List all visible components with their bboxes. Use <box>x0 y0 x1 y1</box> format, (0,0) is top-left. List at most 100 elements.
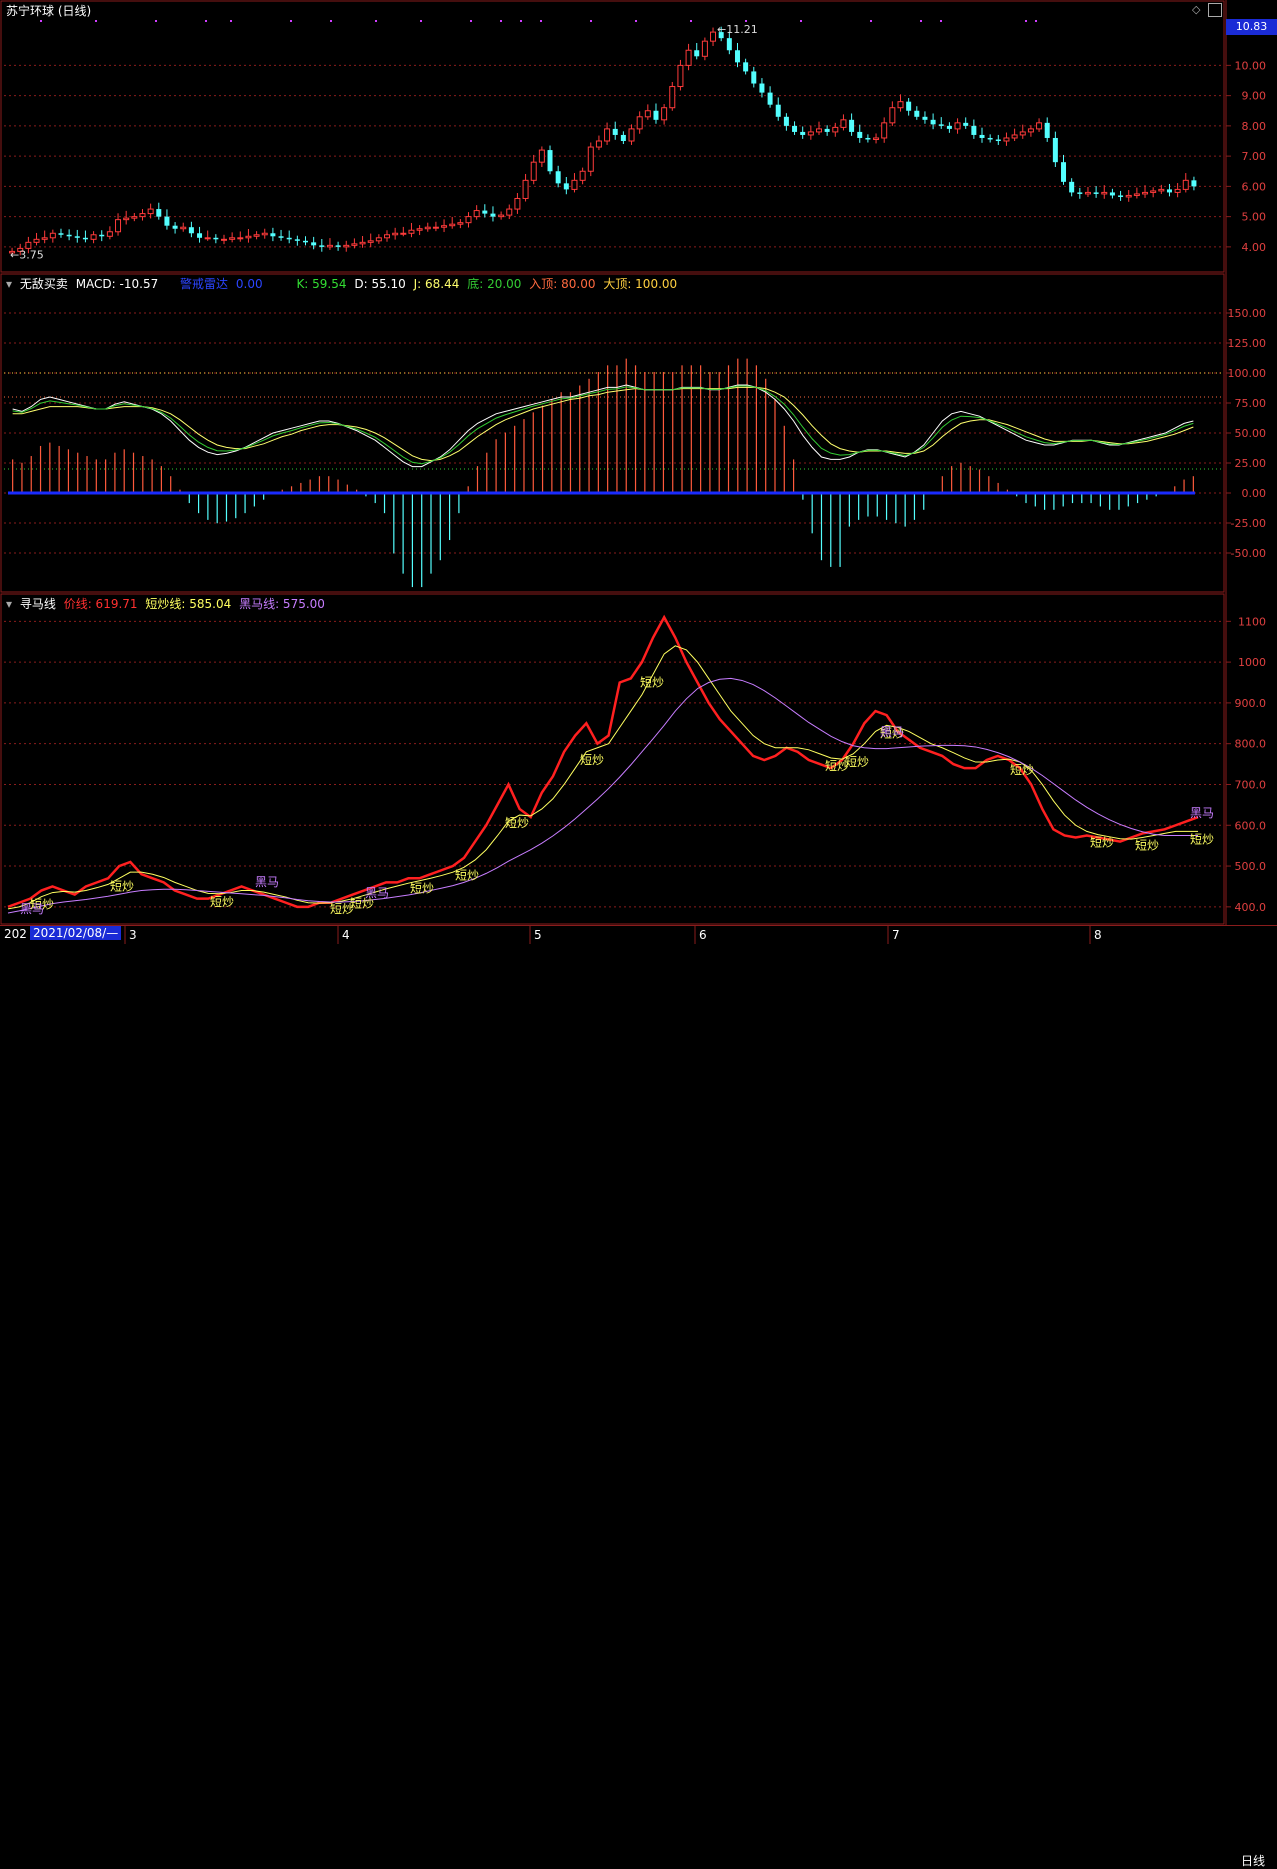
short-signal-marker: 短炒 <box>845 755 869 769</box>
candle-body <box>987 137 993 140</box>
month-label: 7 <box>892 928 900 942</box>
y-tick-label: 500.0 <box>1235 860 1267 873</box>
candle-body <box>326 244 333 248</box>
diamond-icon[interactable]: ◇ <box>1192 3 1200 16</box>
panel-frame <box>0 0 1225 273</box>
date-axis: 202 2021/02/08/— 345678 日线 <box>0 925 1277 1868</box>
indicator-header: ▾ 无敌买卖 MACD: -10.57 警戒雷达 0.00 K: 59.54 D… <box>6 275 681 292</box>
signal-dot <box>540 20 542 22</box>
candle-body <box>579 170 586 181</box>
candle-body <box>710 31 717 42</box>
candle-body <box>792 125 798 132</box>
y-tick-label: 8.00 <box>1242 120 1267 133</box>
signal-dot <box>500 20 502 22</box>
d-line <box>12 386 1194 462</box>
candle-body <box>237 237 244 240</box>
candle-body <box>180 226 187 230</box>
signal-dot <box>690 20 692 22</box>
candle-body <box>375 237 382 242</box>
candle-body <box>587 146 594 172</box>
short-line-value: 短炒线: 585.04 <box>145 597 232 611</box>
candle-body <box>49 232 56 239</box>
candle-body <box>832 126 839 133</box>
month-label: 5 <box>534 928 542 942</box>
candle-body <box>172 225 178 229</box>
candle-body <box>33 238 40 243</box>
candle-body <box>449 223 456 227</box>
candle-body <box>253 234 260 237</box>
radar-label: 警戒雷达 <box>180 277 229 291</box>
candle-body <box>1036 122 1043 130</box>
candle-body <box>751 71 757 84</box>
candle-body <box>432 226 439 229</box>
stock-title[interactable]: 苏宁环球 (日线) <box>6 4 91 18</box>
candle-body <box>922 116 928 120</box>
candle-body <box>261 232 268 236</box>
candle-body <box>220 238 227 241</box>
candle-body <box>971 125 977 135</box>
candle-body <box>914 110 920 117</box>
candle-body <box>473 210 480 218</box>
candle-body <box>938 124 944 126</box>
short-signal-marker: 短炒 <box>1190 832 1214 846</box>
candle-body <box>620 134 626 141</box>
candle-body <box>303 240 308 243</box>
dark-horse-marker: 黑马 <box>880 725 904 739</box>
candle-body <box>457 222 464 225</box>
candle-body <box>245 235 252 239</box>
candle-body <box>164 216 170 226</box>
candle-body <box>995 139 1001 141</box>
candle-body <box>522 179 529 199</box>
candle-body <box>865 137 871 140</box>
candle-body <box>881 122 888 139</box>
horse-line-value: 黑马线: 575.00 <box>239 597 325 611</box>
candle-body <box>1158 188 1165 192</box>
candle-body <box>106 231 113 237</box>
candle-body <box>1133 193 1140 196</box>
y-tick-label: 6.00 <box>1242 180 1267 193</box>
signal-dot <box>330 20 332 22</box>
y-tick-label: 125.00 <box>1228 337 1267 350</box>
candle-body <box>506 208 513 216</box>
short-signal-marker: 短炒 <box>410 882 434 896</box>
candle-body <box>465 216 472 224</box>
candle-body <box>604 128 611 142</box>
candle-body <box>726 38 732 51</box>
price-line-value: 价线: 619.71 <box>63 597 138 611</box>
candle-body <box>1174 188 1181 193</box>
signal-dot <box>800 20 802 22</box>
window-toggle-icon[interactable] <box>1208 3 1222 17</box>
dark-horse-line <box>7 677 1198 914</box>
indicator-panel-horse: 1100 1000 900.0 800.0 700.0 600.0 500.0 400.0 短炒… <box>0 593 1277 925</box>
month-label: 4 <box>342 928 350 942</box>
candle-body <box>131 216 138 219</box>
candle-body <box>775 104 781 117</box>
candle-body <box>857 131 863 138</box>
candle-body <box>278 236 284 238</box>
signal-dot <box>40 20 42 22</box>
candle-body <box>644 110 651 118</box>
dropdown-icon[interactable]: ▾ <box>6 597 12 611</box>
cycle-label[interactable]: 日线 <box>1241 1852 1265 1869</box>
candle-body <box>1166 189 1172 193</box>
candle-body <box>99 234 105 237</box>
dropdown-icon[interactable]: ▾ <box>6 277 12 291</box>
horse-indicator-name[interactable]: 寻马线 <box>20 597 56 611</box>
candle-body <box>1150 190 1157 193</box>
candle-body <box>530 161 537 181</box>
signal-dot <box>470 20 472 22</box>
candle-body <box>1101 191 1108 195</box>
y-tick-label: 5.00 <box>1242 211 1267 224</box>
candle-body <box>384 234 391 239</box>
candle-body <box>294 239 300 241</box>
candle-body <box>694 50 700 57</box>
y-tick-label: 1100 <box>1238 615 1266 628</box>
candle-body <box>139 213 146 218</box>
horse-line-chart: 1100 1000 900.0 800.0 700.0 600.0 500.0 400.0 短炒… <box>0 593 1267 925</box>
candle-body <box>498 214 505 218</box>
candle-body <box>1061 162 1067 182</box>
indicator-name[interactable]: 无敌买卖 <box>20 277 68 291</box>
short-signal-marker: 短炒 <box>580 753 604 767</box>
short-signal-marker: 短炒 <box>1090 836 1114 850</box>
candle-body <box>351 243 358 246</box>
